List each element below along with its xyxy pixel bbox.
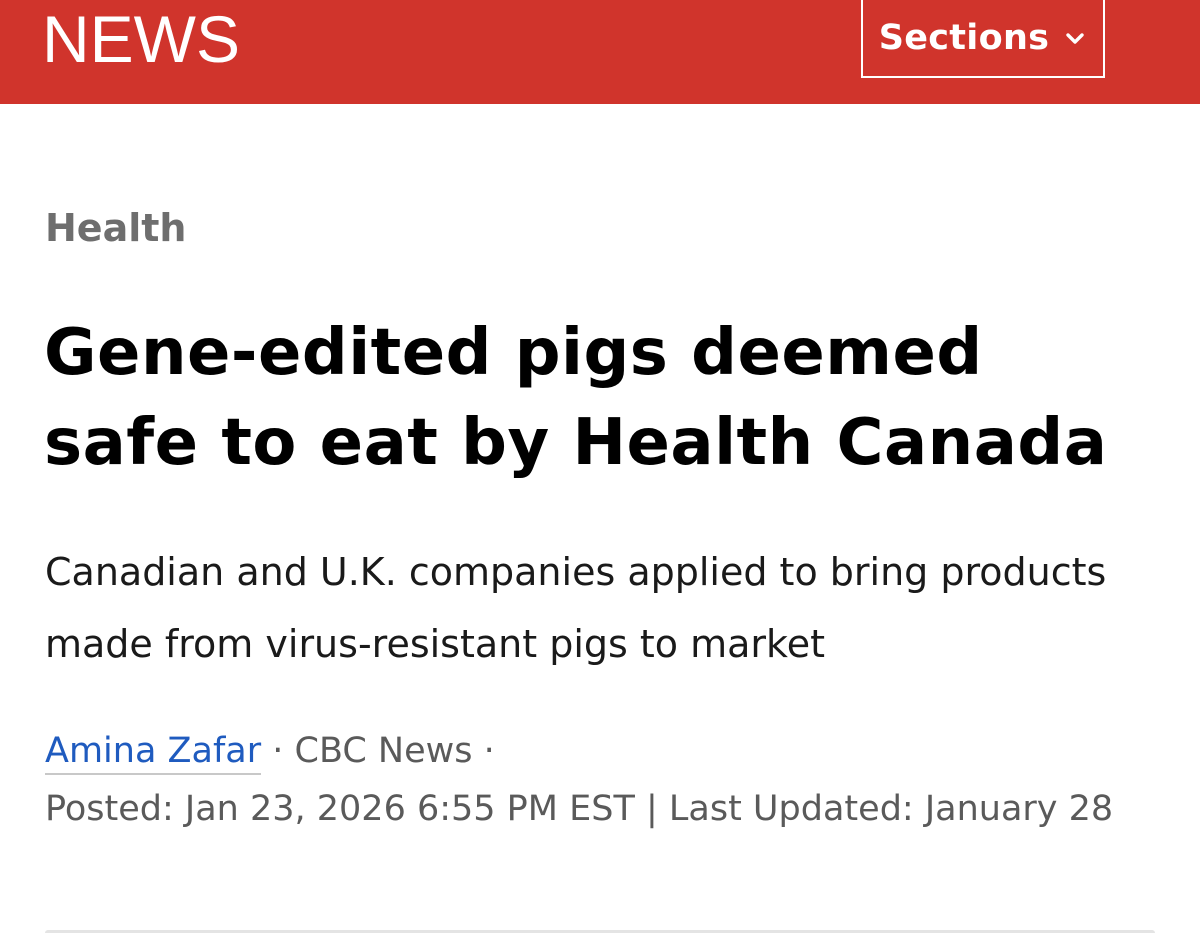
- sections-label: Sections: [878, 18, 1050, 58]
- article-deck: Canadian and U.K. companies applied to b…: [45, 550, 1107, 666]
- site-header: NEWS Sections: [0, 0, 1200, 104]
- updated-date: Last Updated: January 28: [668, 789, 1114, 829]
- author-link[interactable]: Amina Zafar: [45, 731, 262, 775]
- byline-separator-2: ·: [483, 731, 495, 771]
- byline-separator: ·: [272, 731, 284, 771]
- posted-date: Posted: Jan 23, 2026 6:55 PM EST: [45, 789, 635, 829]
- sections-button[interactable]: Sections: [861, 0, 1105, 78]
- article-headline: Gene-edited pigs deemed safe to eat by H…: [44, 316, 1108, 480]
- content-divider: [45, 930, 1155, 933]
- category-link[interactable]: Health: [45, 206, 186, 250]
- source-name: CBC News: [294, 731, 473, 771]
- chevron-down-icon: [1066, 33, 1085, 44]
- date-divider: |: [645, 789, 658, 829]
- timestamp: Posted: Jan 23, 2026 6:55 PM EST | Last …: [45, 782, 1155, 836]
- news-logo[interactable]: NEWS: [42, 0, 240, 78]
- byline: Amina Zafar · CBC News · Posted: Jan 23,…: [45, 724, 1155, 836]
